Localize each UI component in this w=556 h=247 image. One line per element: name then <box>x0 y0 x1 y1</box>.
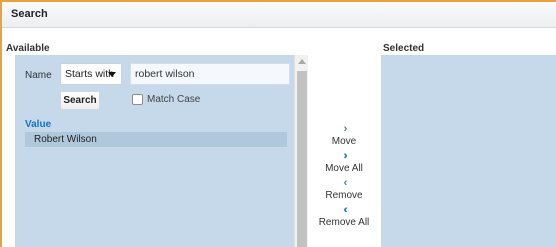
result-item-label: Robert Wilson <box>34 134 97 145</box>
selected-panel[interactable] <box>381 55 556 247</box>
move-label: Move <box>331 136 357 147</box>
chevron-right-icon: › <box>343 123 348 135</box>
remove-label: Remove <box>325 190 363 201</box>
move-all-button[interactable]: ›› Move All <box>316 151 372 175</box>
available-panel: Name Starts with robert wilson Search Ma… <box>15 55 294 247</box>
match-case-checkbox[interactable] <box>132 94 143 105</box>
name-search-input[interactable]: robert wilson <box>130 63 290 85</box>
remove-all-button[interactable]: ‹‹ Remove All <box>316 205 372 229</box>
dialog-header: Search <box>2 2 556 28</box>
move-all-label: Move All <box>325 163 363 174</box>
double-chevron-left-icon: ‹‹ <box>343 204 347 216</box>
operator-select[interactable]: Starts with <box>60 63 122 85</box>
remove-all-label: Remove All <box>318 217 370 228</box>
available-scrollbar[interactable] <box>294 55 308 247</box>
search-button[interactable]: Search <box>60 91 100 110</box>
chevron-left-icon: ‹ <box>343 177 348 189</box>
match-case-label: Match Case <box>147 94 201 105</box>
remove-button[interactable]: ‹ Remove <box>316 178 372 202</box>
double-chevron-right-icon: ›› <box>343 150 347 162</box>
chevron-down-icon <box>108 72 116 77</box>
dialog-title: Search <box>11 8 48 20</box>
name-label: Name <box>25 70 52 81</box>
move-button[interactable]: › Move <box>316 124 372 148</box>
results-column-header: Value <box>25 119 52 130</box>
list-item[interactable]: Robert Wilson <box>25 132 287 147</box>
selected-label: Selected <box>383 43 425 54</box>
scroll-thumb[interactable] <box>297 71 307 247</box>
available-label: Available <box>6 43 50 54</box>
operator-select-value: Starts with <box>65 68 115 80</box>
scroll-up-icon[interactable] <box>298 59 306 64</box>
